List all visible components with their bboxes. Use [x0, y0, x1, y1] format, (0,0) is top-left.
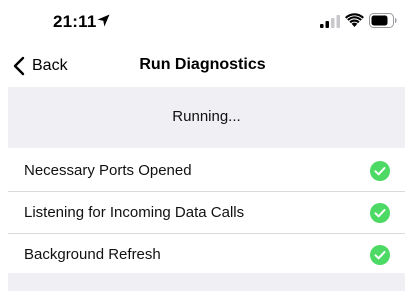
- status-bar: 21:11: [0, 0, 405, 44]
- check-label: Background Refresh: [24, 246, 161, 263]
- diagnostics-status-panel: Running...: [8, 87, 405, 148]
- cellular-signal-icon: [320, 15, 340, 28]
- status-time: 21:11: [53, 12, 97, 31]
- footer-panel: [8, 273, 405, 291]
- check-circle-icon: [370, 245, 390, 265]
- check-label: Listening for Incoming Data Calls: [24, 204, 245, 221]
- diagnostics-status-text: Running...: [172, 108, 241, 125]
- check-row-incoming-data-calls: Listening for Incoming Data Calls: [8, 192, 405, 234]
- check-circle-icon: [370, 161, 390, 181]
- check-label: Necessary Ports Opened: [24, 162, 192, 179]
- check-circle-icon: [370, 203, 390, 223]
- wifi-icon: [345, 13, 364, 27]
- page-title: Run Diagnostics: [139, 56, 266, 73]
- check-row-background-refresh: Background Refresh: [8, 234, 405, 275]
- location-arrow-icon: [97, 14, 110, 27]
- battery-icon: [369, 13, 397, 28]
- check-row-necessary-ports: Necessary Ports Opened: [8, 150, 405, 192]
- navigation-bar: Back Run Diagnostics: [0, 44, 405, 88]
- diagnostics-check-list: Necessary Ports Opened Listening for Inc…: [8, 150, 405, 275]
